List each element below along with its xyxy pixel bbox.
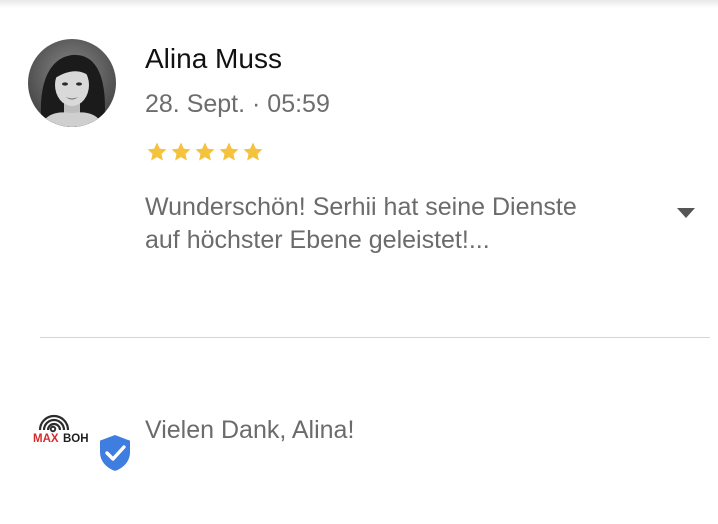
top-shadow: [0, 0, 718, 8]
chevron-down-icon[interactable]: [676, 207, 696, 219]
star-icon: [147, 142, 167, 161]
star-rating: [145, 140, 265, 164]
review-text[interactable]: Wunderschön! Serhii hat seine Dienste au…: [145, 191, 615, 257]
owner-reply-text[interactable]: Vielen Dank, Alina!: [145, 414, 354, 447]
logo-text-max: MAX: [33, 433, 59, 445]
avatar[interactable]: [28, 39, 116, 127]
star-icon: [171, 142, 191, 161]
star-icon: [219, 142, 239, 161]
author-name[interactable]: Alina Muss: [145, 42, 282, 76]
divider: [40, 337, 710, 338]
logo-text-boh: BOH: [63, 433, 89, 445]
owner-logo: MAX BOH: [33, 414, 132, 474]
star-icon: [195, 142, 215, 161]
avatar-photo: [28, 39, 116, 127]
review-page: Alina Muss 28. Sept. · 05:59 Wunderschön…: [0, 0, 718, 524]
verified-shield-icon: [98, 432, 132, 474]
star-icon: [243, 142, 263, 161]
review-date: 28. Sept. · 05:59: [145, 90, 330, 118]
